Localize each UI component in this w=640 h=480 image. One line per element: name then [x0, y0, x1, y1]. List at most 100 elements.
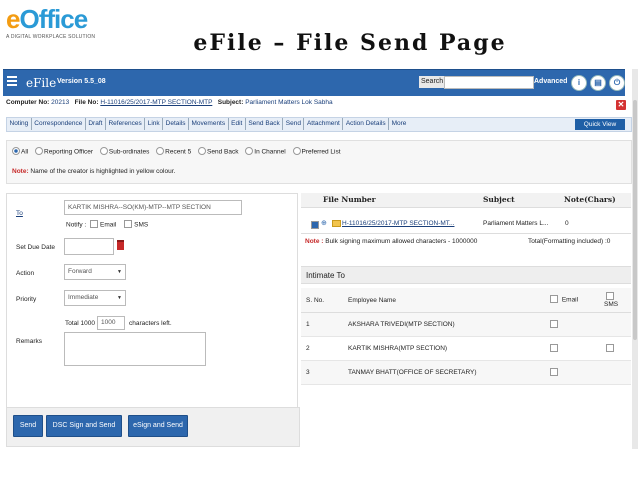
nav-correspondence[interactable]: Correspondence: [32, 118, 86, 130]
divider: [301, 233, 631, 234]
file-info-row: Computer No: 20213 File No: H-11016/25/2…: [6, 99, 333, 106]
radio-dot[interactable]: [35, 147, 44, 155]
chevron-down-icon: ▼: [117, 269, 122, 275]
hamburger-menu-icon[interactable]: [7, 76, 17, 88]
file-table-header: File Number Subject Note(Chars): [301, 193, 631, 208]
document-icon[interactable]: ▤: [590, 75, 606, 91]
intimate-header-row: S. No. Employee Name Email SMS: [301, 288, 631, 313]
radio-reporting-officer[interactable]: Reporting Officer: [35, 147, 93, 156]
row-employee-name: KARTIK MISHRA(MTP SECTION): [343, 336, 543, 361]
radio-preferred-list[interactable]: Preferred List: [292, 147, 341, 156]
priority-value: Immediate: [68, 294, 99, 301]
intimate-to-title: Intimate To: [301, 266, 631, 284]
app-title: eFile: [26, 76, 57, 90]
dsc-sign-send-button[interactable]: DSC Sign and Send: [46, 415, 122, 437]
remaining-chars-field: 1000: [97, 316, 125, 330]
radio-all[interactable]: All: [12, 147, 28, 156]
row-email-checkbox[interactable]: [550, 319, 558, 328]
esign-send-button[interactable]: eSign and Send: [128, 415, 188, 437]
nav-references[interactable]: References: [106, 118, 146, 130]
power-icon[interactable]: ⏻: [609, 75, 625, 91]
quick-view-button[interactable]: Quick View: [575, 119, 625, 130]
file-nav-bar: Noting Correspondence Draft References Link D…: [6, 117, 632, 132]
row-sno: 2: [301, 336, 343, 361]
nav-attachment[interactable]: Attachment: [304, 118, 344, 130]
col-file-number: File Number: [323, 195, 376, 204]
radio-sub-ordinates[interactable]: Sub-ordinates: [99, 147, 150, 156]
due-date-label: Set Due Date: [16, 244, 56, 251]
computer-no-value: 20213: [51, 99, 70, 106]
nav-draft[interactable]: Draft: [86, 118, 106, 130]
table-row: 1 AKSHARA TRIVEDI(MTP SECTION): [301, 312, 631, 337]
notify-email-checkbox[interactable]: [90, 220, 99, 228]
radio-dot[interactable]: [156, 147, 165, 155]
to-link[interactable]: To: [16, 210, 23, 217]
chevron-down-icon: ▼: [117, 295, 122, 301]
nav-send[interactable]: Send: [283, 118, 305, 130]
info-icon[interactable]: i: [571, 75, 587, 91]
radio-dot[interactable]: [245, 147, 254, 155]
radio-dot[interactable]: [99, 147, 108, 155]
filter-note: Note: Name of the creator is highlighted…: [12, 168, 175, 175]
scrollbar-thumb[interactable]: [633, 100, 637, 340]
priority-select[interactable]: Immediate ▼: [64, 290, 126, 306]
nav-action-details[interactable]: Action Details: [343, 118, 390, 130]
row-email-cell: [543, 312, 599, 337]
action-select[interactable]: Forward ▼: [64, 264, 126, 280]
col-subject: Subject: [483, 195, 515, 204]
notify-label: Notify :: [66, 221, 87, 229]
radio-send-back[interactable]: Send Back: [198, 147, 238, 156]
radio-dot[interactable]: [198, 147, 207, 155]
search-input[interactable]: [444, 76, 534, 89]
send-button[interactable]: Send: [13, 415, 43, 437]
action-value: Forward: [68, 268, 92, 275]
nav-movements[interactable]: Movements: [189, 118, 229, 130]
nav-edit[interactable]: Edit: [229, 118, 246, 130]
file-no-link[interactable]: H-11016/25/2017-MTP SECTION-MTP: [100, 99, 212, 106]
table-row: 2 KARTIK MISHRA(MTP SECTION): [301, 336, 631, 361]
notify-row: Notify : Email SMS: [66, 220, 149, 229]
row-employee-name: AKSHARA TRIVEDI(MTP SECTION): [343, 312, 543, 337]
radio-dot[interactable]: [12, 147, 20, 155]
col-email: Email: [543, 288, 599, 313]
row-employee-name: TANMAY BHATT(OFFICE OF SECRETARY): [343, 360, 543, 385]
recipient-filter-panel: [6, 140, 632, 184]
nav-noting[interactable]: Noting: [7, 118, 32, 130]
expand-icon[interactable]: ⊕: [321, 219, 327, 227]
sms-all-checkbox[interactable]: [606, 291, 614, 300]
radio-label: Preferred List: [301, 148, 341, 156]
app-version: Version 5.5_08: [57, 78, 106, 85]
close-icon[interactable]: ✕: [616, 100, 626, 110]
file-no-label: File No:: [74, 99, 99, 106]
bulk-note-label: Note :: [305, 238, 324, 245]
to-field[interactable]: KARTIK MISHRA--SO(KM)-MTP--MTP SECTION: [64, 200, 242, 215]
row-sms-checkbox[interactable]: [606, 343, 614, 352]
radio-dot[interactable]: [292, 147, 301, 155]
radio-label: Recent 5: [165, 148, 192, 156]
row-email-checkbox[interactable]: [550, 343, 558, 352]
row-sms-cell: [599, 360, 631, 385]
email-all-checkbox[interactable]: [550, 295, 558, 303]
radio-in-channel[interactable]: In Channel: [245, 147, 286, 156]
radio-recent-5[interactable]: Recent 5: [156, 147, 192, 156]
nav-more[interactable]: More: [389, 118, 409, 130]
file-select-checkbox[interactable]: [311, 221, 319, 229]
app-bar: eFile Version 5.5_08 Search Advanced i ▤…: [3, 69, 625, 96]
folder-icon: [332, 220, 341, 227]
remarks-textarea[interactable]: [64, 332, 206, 366]
notify-sms-checkbox[interactable]: [124, 220, 133, 228]
nav-link[interactable]: Link: [145, 118, 164, 130]
due-date-input[interactable]: [64, 238, 114, 255]
remarks-label: Remarks: [16, 338, 43, 345]
row-sms-cell: [599, 336, 631, 361]
file-number-link[interactable]: H-11016/25/2017-MTP SECTION-MT...: [342, 220, 454, 227]
radio-label: Sub-ordinates: [108, 148, 150, 156]
calendar-icon[interactable]: [117, 240, 124, 250]
advanced-search-link[interactable]: Advanced: [534, 78, 567, 85]
row-email-checkbox[interactable]: [550, 367, 558, 376]
nav-details[interactable]: Details: [163, 118, 190, 130]
file-table-row: ⊕ H-11016/25/2017-MTP SECTION-MT... Parl…: [301, 216, 631, 232]
nav-send-back[interactable]: Send Back: [246, 118, 284, 130]
sms-label: SMS: [134, 221, 149, 229]
subject-label: Subject:: [217, 99, 244, 106]
